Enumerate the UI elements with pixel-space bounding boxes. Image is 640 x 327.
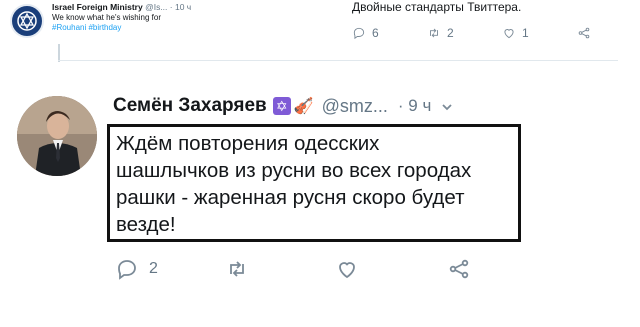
embedded-time: · 10 ч: [169, 2, 192, 12]
embedded-avatar[interactable]: [10, 4, 44, 38]
author-handle[interactable]: @smz...: [322, 96, 388, 117]
retweet-button[interactable]: [225, 257, 335, 281]
avatar[interactable]: [17, 96, 97, 176]
share-button[interactable]: [447, 257, 471, 281]
previous-retweet-count: 2: [447, 26, 454, 40]
tweet-header: Семён Захаряев ✡ 🎻 @smz... · 9 ч: [113, 95, 453, 117]
previous-retweet-button[interactable]: 2: [427, 26, 502, 40]
violin-icon: 🎻: [293, 98, 314, 115]
embedded-author-handle: @Is...: [145, 2, 168, 12]
heart-icon: [504, 29, 514, 39]
share-icon: [449, 259, 469, 279]
profile-photo: [17, 96, 97, 176]
reply-icon: [353, 27, 365, 40]
embedded-text: We know what he's wishing for: [52, 13, 161, 22]
tweet-text: Ждём повторения одесских шашлычков из ру…: [116, 130, 512, 238]
reply-icon: [118, 260, 136, 280]
embedded-author-name[interactable]: Israel Foreign Ministry: [52, 2, 143, 12]
tweet-text-line: везде!: [116, 213, 176, 236]
tweet-text-line: рашки - жаренная русня скоро будет: [116, 186, 465, 209]
previous-like-count: 1: [522, 26, 529, 40]
retweet-icon: [230, 261, 244, 277]
embedded-author-line[interactable]: Israel Foreign Ministry @Is... · 10 ч: [52, 2, 191, 12]
tweet-time[interactable]: · 9 ч: [398, 96, 431, 116]
more-options-button[interactable]: [441, 100, 453, 112]
previous-like-button[interactable]: 1: [502, 26, 577, 40]
reply-count: 2: [149, 260, 158, 277]
like-button[interactable]: [335, 257, 447, 281]
previous-share-button[interactable]: [577, 26, 640, 40]
tweet-text-line: шашлычков из русни во всех городах: [116, 159, 472, 182]
previous-reply-button[interactable]: 6: [352, 26, 427, 40]
tweet-text-highlight: Ждём повторения одесских шашлычков из ру…: [107, 124, 521, 242]
previous-tweet: Israel Foreign Ministry @Is... · 10 ч We…: [0, 0, 640, 58]
previous-tweet-text: Двойные стандарты Твиттера.: [352, 0, 522, 14]
star-of-david-icon: ✡: [272, 97, 291, 115]
tweet-divider: [58, 60, 618, 61]
heart-icon: [339, 262, 355, 279]
retweet-icon: [430, 28, 438, 38]
author-name[interactable]: Семён Захаряев: [113, 95, 267, 117]
reply-button[interactable]: 2: [115, 257, 225, 281]
chevron-down-icon: [442, 104, 452, 111]
tweet-actions: 2: [115, 257, 471, 281]
tweet-text-line: Ждём повторения одесских: [116, 132, 380, 155]
share-icon: [578, 27, 590, 39]
previous-reply-count: 6: [372, 26, 379, 40]
ministry-emblem-icon: [17, 11, 37, 31]
previous-tweet-actions: 6 2 1: [352, 26, 640, 40]
embedded-hashtags[interactable]: #Rouhani #birthday: [52, 23, 121, 32]
